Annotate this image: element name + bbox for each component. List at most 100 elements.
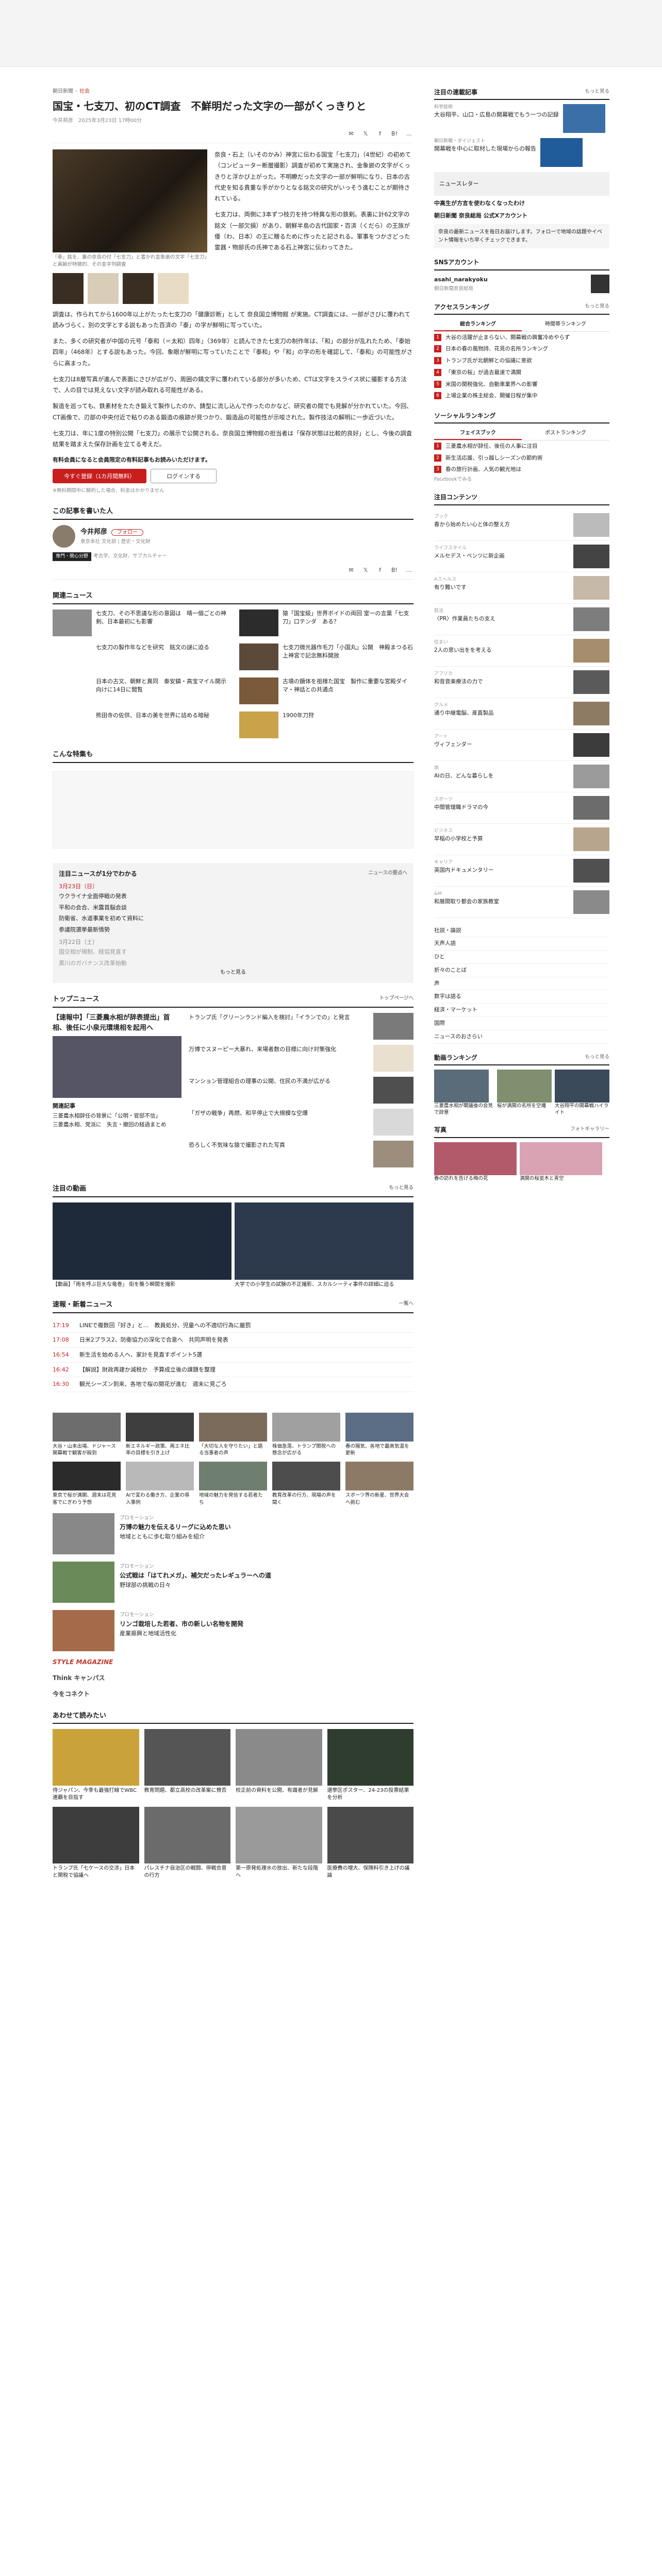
content-item[interactable]: スポーツ 中間管理職ドラマの今 (434, 792, 609, 824)
content-item[interactable]: A.T.ヘルス 有り難いです (434, 572, 609, 604)
also-item[interactable]: トランプ氏「七ケースの交渉」日本と関税で協議へ (53, 1807, 139, 1879)
sidebar-link[interactable]: 天声人語 (434, 937, 609, 951)
newsletter-banner[interactable]: ニュースレター (434, 172, 609, 196)
video-ranking-item[interactable]: 桜が満開の名所を空撮 (497, 1069, 552, 1116)
sidebar-link[interactable]: 経済・マーケット (434, 1004, 609, 1018)
mail-icon[interactable]: ✉ (346, 566, 356, 575)
related-item[interactable]: 1900年刀狩 (239, 711, 413, 738)
ranking-item[interactable]: 2 日本の春の風物詩、花見の名所ランキング (434, 343, 609, 355)
photo-gallery-link[interactable]: フォトギャラリー (570, 1125, 609, 1135)
login-button[interactable]: ログインする (151, 468, 217, 483)
content-item[interactable]: ブック 春から始めたい心と体の整え方 (434, 510, 609, 541)
photo-item[interactable]: 春の訪れを告げる梅の花 (434, 1142, 517, 1182)
sidebar-link[interactable]: 朝日新聞 奈良総局 公式Xアカウント (434, 211, 609, 221)
content-item[interactable]: ライフスタイル メルセデス・ベンツに新企画 (434, 541, 609, 572)
mail-icon[interactable]: ✉ (346, 129, 356, 139)
tile-item[interactable]: スポーツ界の新星、世界大会へ挑む (345, 1462, 413, 1506)
video-ranking-item[interactable]: 大谷翔平の開幕戦ハイライト (555, 1069, 609, 1116)
breadcrumb-home[interactable]: 朝日新聞 (53, 89, 73, 94)
hatena-icon[interactable]: B! (390, 566, 399, 575)
topnews-image[interactable] (53, 1036, 181, 1098)
also-item[interactable]: 医療費の増大、保険料引き上げの議論 (327, 1807, 413, 1879)
trend-item[interactable]: 国交相が規制、経協見直す (59, 946, 407, 958)
tab-timeslot[interactable]: 時間帯ランキング (522, 319, 609, 331)
follow-button[interactable]: フォロー (111, 529, 144, 536)
thumbnail[interactable] (123, 273, 154, 304)
sidebar-link[interactable]: 声 (434, 977, 609, 991)
list-item[interactable]: 16:54 新生活を始める人へ、家計を見直すポイント5選 (53, 1348, 413, 1363)
content-item[interactable]: グルメ 通り中継電脳、産直製品 (434, 698, 609, 730)
trend-item[interactable]: 黒川のガバナンス改革始動 (59, 958, 407, 969)
sidebar-feature-more[interactable]: もっと見る (585, 88, 609, 97)
tile-item[interactable]: 「大切な人を守りたい」と語る当事者の声 (199, 1412, 267, 1457)
also-item[interactable]: パレスチナ自治区の戦闘、停戦合意の行方 (144, 1807, 230, 1879)
x-icon[interactable]: 𝕏 (361, 566, 370, 575)
trend-item[interactable]: 防衛省、水道事業を初めて資料に (59, 913, 407, 924)
photo-item[interactable]: 満開の桜並木と青空 (520, 1142, 602, 1182)
related-item[interactable]: 七支刀、その不思議な形の意図は 晴一個ごとの神剣、日本最初にも影響 (53, 609, 227, 636)
related-item[interactable]: 七支刀微光器作毛刀「小国丸」公開 神殿まつる石上神宮で記念無料開放 (239, 643, 413, 670)
also-item[interactable]: 校正前の資料を公開、有識者が見解 (236, 1729, 322, 1802)
ranking-item[interactable]: 3 トランプ氏が北朝鮮との協議に意欲 (434, 355, 609, 367)
trend-more-button[interactable]: もっと見る (59, 969, 407, 977)
tile-item[interactable]: AIで変わる働き方、企業の導入事例 (126, 1462, 194, 1506)
sns-account-name[interactable]: asahi_narakyoku (434, 276, 488, 283)
topnews-item[interactable]: マンション管理組合の理事の公開、住民の不満が広がる (189, 1077, 413, 1104)
also-item[interactable]: 教育問題、都立高校の改革案に賛否 (144, 1729, 230, 1802)
sidebar-feature-item[interactable]: 朝日新聞・ダイジェスト 開幕戦を中心に取材した現場からの報告 (434, 138, 609, 167)
x-icon[interactable]: 𝕏 (361, 129, 370, 139)
brand-logo-connect[interactable]: 今をコネクト (53, 1689, 413, 1699)
thumbnail[interactable] (158, 273, 189, 304)
also-item[interactable]: 第一原発処理水の放出、新たな段階へ (236, 1807, 322, 1879)
video-item[interactable]: 大学での小学生の試験の不正撮影、スカルシーティ事件の詳細に迫る (235, 1202, 413, 1289)
brand-logo-think[interactable]: Think キャンパス (53, 1673, 413, 1683)
thumbnail[interactable] (53, 273, 84, 304)
related-item[interactable]: 熊田寺の佐供、日本の美を世界に詰める暗秘 (53, 711, 227, 738)
breaking-more-link[interactable]: 一覧へ (399, 1300, 413, 1311)
tab-facebook[interactable]: フェイスブック (434, 428, 522, 440)
promo-item[interactable]: プロモーション 公式戦は「はてれメガ」、補欠だったレギュラーへの道 野球部の挑戦の日… (53, 1562, 413, 1603)
content-item[interactable]: キャリア 英国内ドキュメンタリー (434, 855, 609, 887)
sidebar-link[interactable]: 国際 (434, 1017, 609, 1030)
sidebar-feature-item[interactable]: 科学技術 大谷翔平、山口・広島の開幕戦でもう一つの記録 (434, 104, 609, 133)
topnews-item[interactable]: トランプ氏「グリーンランド編入を検討」「イランでの」と発言 (189, 1013, 413, 1040)
video-ranking-more[interactable]: もっと見る (585, 1053, 609, 1063)
topnews-related-item[interactable]: 三菱農水相辞任の背景に「公明・官邸不信」 (53, 1112, 181, 1121)
ranking-item[interactable]: 2 新生活応援、引っ越しシーズンの節約術 (434, 452, 609, 464)
ranking-item[interactable]: 6 上場企業の株主総会、開催日程が集中 (434, 390, 609, 402)
list-item[interactable]: 16:42 【解説】財政再建か減税か 予算成立後の課題を整理 (53, 1363, 413, 1378)
tile-item[interactable]: 株価急落、トランプ関税への懸念が広がる (272, 1412, 340, 1457)
sidebar-link[interactable]: 中高生が方言を使わなくなったわけ (434, 199, 609, 208)
more-icon[interactable]: … (404, 566, 413, 575)
trend-more-link[interactable]: ニュースの要点へ (368, 869, 407, 879)
related-item[interactable]: 七支刀の製作年などを研究 銘文の謎に迫る (53, 643, 227, 670)
tab-overall[interactable]: 総合ランキング (434, 319, 522, 331)
content-item[interactable]: ビジネス 早稲の小学校と予算 (434, 824, 609, 855)
hatena-icon[interactable]: B! (390, 129, 399, 139)
tile-item[interactable]: 地域の魅力を発信する若者たち (199, 1462, 267, 1506)
content-item[interactable]: &M 和展間取り都会の家族教室 (434, 887, 609, 918)
topnews-item[interactable]: 「ガザの戦争」再燃、和平停止で大規模な空爆 (189, 1109, 413, 1136)
ranking-item[interactable]: 1 大谷の活躍が止まらない、開幕戦の興奮冷めやらず (434, 332, 609, 344)
related-item[interactable]: 日本の古文、朝鮮と異同 泰安鎮・高宝マイル開示向けに14日に閲覧 (53, 677, 227, 704)
content-item[interactable]: 住まい 2人の思い出をを考える (434, 635, 609, 667)
sidebar-link[interactable]: ひと (434, 951, 609, 964)
author-name[interactable]: 今井邦彦 (80, 528, 107, 536)
content-item[interactable]: 旅 AIの日、どんな暮らしを (434, 761, 609, 792)
tile-item[interactable]: 春の陽気、各地で最高気温を更新 (345, 1412, 413, 1457)
topnews-item[interactable]: 恐ろしく不気味な猿で撮影された写真 (189, 1141, 413, 1168)
ranking-item[interactable]: 4 「東京の桜」が過去最速で満開 (434, 367, 609, 379)
trend-item[interactable]: 参議院選挙最新情勢 (59, 924, 407, 936)
facebook-link[interactable]: Facebookでみる (434, 476, 609, 483)
trend-item[interactable]: ウクライナ全面停戦の発表 (59, 891, 407, 902)
related-item[interactable]: 古墳の鏡体を祖様た国宝 製作に重要な宮殿ダイマ・神話との共通点 (239, 677, 413, 704)
content-item[interactable]: アフリカ 和音音楽療法の力で (434, 667, 609, 698)
sidebar-link[interactable]: 数字は語る (434, 990, 609, 1004)
content-item[interactable]: 就活 〈PR〉作業員たちの支え (434, 604, 609, 635)
sidebar-link[interactable]: 折々のことば (434, 964, 609, 977)
also-item[interactable]: 選挙区ポスター、24-23の投票結果を分析 (327, 1729, 413, 1802)
sidebar-link[interactable]: ニュースのおさらい (434, 1030, 609, 1044)
sidebar-link[interactable]: 社説・論説 (434, 924, 609, 938)
ranking-item[interactable]: 3 春の旅行計画、人気の観光地は (434, 464, 609, 476)
thumbnail[interactable] (88, 273, 119, 304)
